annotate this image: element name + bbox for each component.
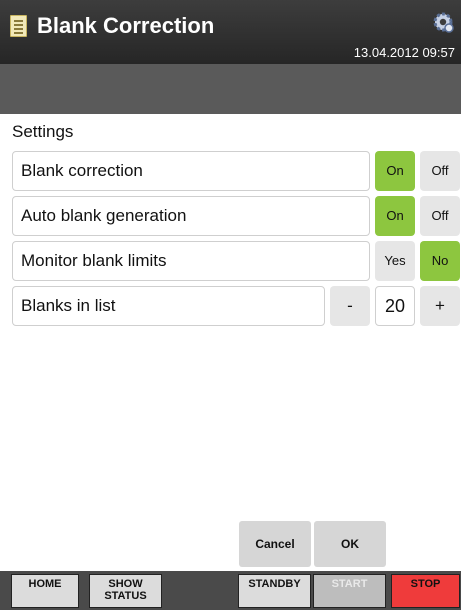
gear-icon[interactable] — [431, 10, 455, 34]
datetime-display: 13.04.2012 09:57 — [353, 45, 455, 60]
ok-button[interactable]: OK — [314, 521, 386, 567]
stop-button[interactable]: STOP — [391, 574, 460, 608]
document-icon — [10, 15, 27, 37]
home-button[interactable]: HOME — [11, 574, 79, 608]
cancel-button[interactable]: Cancel — [239, 521, 311, 567]
blanks-in-list-value[interactable]: 20 — [375, 286, 415, 326]
auto-blank-generation-off-button[interactable]: Off — [420, 196, 460, 236]
standby-button[interactable]: STANDBY — [238, 574, 311, 608]
app-window: Blank Correction 13.04.2012 09:57 Settin… — [0, 0, 461, 610]
blank-correction-on-button[interactable]: On — [375, 151, 415, 191]
bottom-nav-bar: HOME SHOW STATUS STANDBY START STOP — [0, 571, 461, 610]
blank-correction-off-button[interactable]: Off — [420, 151, 460, 191]
monitor-blank-limits-no-button[interactable]: No — [420, 241, 460, 281]
increment-button[interactable]: + — [420, 286, 460, 326]
settings-panel: Settings Blank correction On Off Auto bl… — [0, 114, 461, 571]
auto-blank-generation-on-button[interactable]: On — [375, 196, 415, 236]
blank-correction-label: Blank correction — [12, 151, 370, 191]
monitor-blank-limits-yes-button[interactable]: Yes — [375, 241, 415, 281]
toolbar — [0, 64, 461, 114]
page-title: Blank Correction — [37, 13, 215, 38]
monitor-blank-limits-label: Monitor blank limits — [12, 241, 370, 281]
show-status-button[interactable]: SHOW STATUS — [89, 574, 162, 608]
section-title: Settings — [12, 122, 74, 141]
blanks-in-list-label: Blanks in list — [12, 286, 325, 326]
title-bar: Blank Correction 13.04.2012 09:57 — [0, 0, 461, 64]
auto-blank-generation-label: Auto blank generation — [12, 196, 370, 236]
decrement-button[interactable]: - — [330, 286, 370, 326]
start-button: START — [313, 574, 386, 608]
